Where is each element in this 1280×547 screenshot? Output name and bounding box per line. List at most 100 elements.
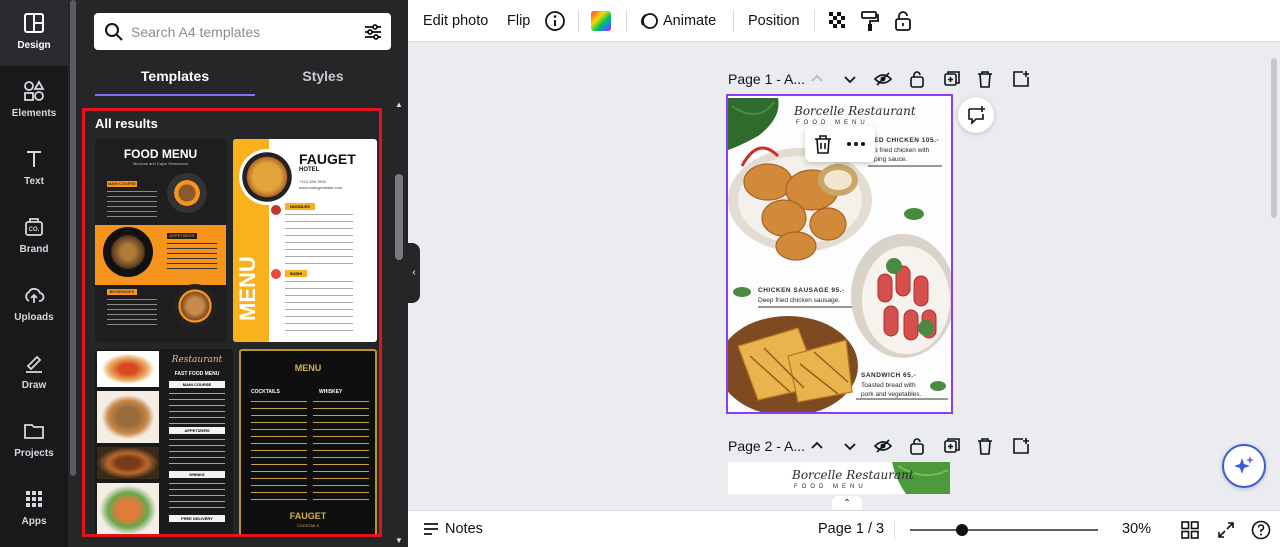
- zoom-slider-track[interactable]: [910, 529, 1098, 531]
- canvas-script-title: Borcelle Restaurant: [792, 468, 914, 482]
- hide-page-icon[interactable]: [873, 438, 893, 459]
- rail-label: Apps: [21, 516, 47, 527]
- design-page-2[interactable]: Borcelle Restaurant FOOD MENU: [728, 462, 950, 494]
- folder-icon: [0, 420, 68, 444]
- rail-item-elements[interactable]: Elements: [0, 68, 68, 134]
- template-card-fauget-hotel[interactable]: MENU FAUGET HOTEL +123 456 7890 www.real…: [233, 139, 377, 342]
- color-picker-icon[interactable]: [590, 10, 612, 37]
- page1-title[interactable]: Page 1 - A...: [728, 71, 805, 87]
- bottom-bar: Notes Page 1 / 3 30%: [408, 510, 1280, 547]
- scroll-thumb[interactable]: [395, 174, 403, 260]
- lock-page-icon[interactable]: [909, 437, 925, 460]
- panel-scrollbar[interactable]: ▲ ▼: [394, 96, 404, 547]
- transparency-icon[interactable]: [828, 10, 848, 37]
- search-icon: [104, 22, 124, 47]
- page2-title[interactable]: Page 2 - A...: [728, 438, 805, 454]
- chevron-down-icon[interactable]: [843, 72, 857, 91]
- template-section: MAIN COURSE: [107, 181, 137, 187]
- template-section: FREE DELIVERY: [169, 515, 225, 522]
- filter-icon[interactable]: [363, 22, 383, 47]
- apps-icon: [0, 488, 68, 512]
- trash-icon[interactable]: [814, 134, 832, 159]
- template-list-lines: [167, 243, 217, 273]
- duplicate-page-icon[interactable]: [943, 437, 961, 460]
- elements-icon: [0, 80, 68, 104]
- tab-styles[interactable]: Styles: [243, 68, 403, 96]
- search-box[interactable]: Search A4 templates: [94, 13, 391, 50]
- template-subtitle: Mexican and Cajun Restaurant: [133, 161, 188, 166]
- canvas-item2-title: CHICKEN SAUSAGE 95.-: [758, 287, 845, 294]
- more-options-icon[interactable]: [845, 134, 867, 159]
- template-section: COCKTAILS: [251, 389, 280, 395]
- template-card-cocktails[interactable]: MENU COCKTAILS WHISKEY FAUGET COCKTAILS: [239, 349, 377, 534]
- flip-button[interactable]: Flip: [507, 0, 530, 42]
- template-section: APPETIZERS: [169, 427, 225, 434]
- delete-page-icon[interactable]: [977, 70, 993, 93]
- scroll-down-arrow-icon[interactable]: ▼: [395, 536, 403, 545]
- rail-item-draw[interactable]: Draw: [0, 340, 68, 406]
- template-food-image: [97, 351, 159, 387]
- rail-item-brand[interactable]: CO. Brand: [0, 204, 68, 270]
- rail-item-apps[interactable]: Apps: [0, 476, 68, 542]
- canvas-item3-desc: pork and vegetables.: [861, 391, 922, 398]
- chevron-up-icon[interactable]: [810, 72, 824, 91]
- delete-page-icon[interactable]: [977, 437, 993, 460]
- info-icon[interactable]: [544, 10, 566, 37]
- uploads-icon: [0, 284, 68, 308]
- page-indicator[interactable]: Page 1 / 3: [818, 511, 884, 547]
- scroll-up-arrow-icon[interactable]: ▲: [395, 100, 403, 109]
- template-list-lines: [107, 191, 157, 221]
- fullscreen-icon[interactable]: [1217, 521, 1235, 544]
- duplicate-page-icon[interactable]: [943, 70, 961, 93]
- template-footer-sub: COCKTAILS: [296, 523, 320, 528]
- template-list-lines: [169, 439, 225, 467]
- text-icon: [0, 148, 68, 172]
- rail-item-projects[interactable]: Projects: [0, 408, 68, 474]
- template-card-fast-food[interactable]: Restaurant FAST FOOD MENU MAIN COURSE AP…: [95, 349, 233, 534]
- template-list-lines: [285, 281, 353, 333]
- tab-label: Styles: [302, 68, 344, 84]
- canvas-subtitle: FOOD MENU: [794, 484, 867, 490]
- rail-item-text[interactable]: Text: [0, 136, 68, 202]
- comment-plus-icon: [966, 105, 986, 130]
- add-page-icon[interactable]: [1012, 437, 1030, 460]
- position-button[interactable]: Position: [748, 0, 800, 42]
- edit-photo-button[interactable]: Edit photo: [423, 0, 488, 42]
- zoom-level[interactable]: 30%: [1122, 511, 1151, 547]
- canvas-scrollbar[interactable]: [1271, 58, 1277, 218]
- help-icon[interactable]: [1251, 520, 1271, 545]
- grid-view-icon[interactable]: [1181, 521, 1199, 544]
- add-comment-button[interactable]: [958, 97, 994, 133]
- tab-underline: [95, 94, 255, 96]
- rail-item-design[interactable]: Design: [0, 0, 68, 66]
- lock-icon[interactable]: [892, 10, 914, 37]
- add-page-icon[interactable]: [1012, 70, 1030, 93]
- animate-icon: [639, 10, 659, 37]
- element-context-toolbar: [805, 126, 875, 162]
- canvas-item1-desc: p fried chicken with: [874, 147, 930, 154]
- template-section: BEVERAGES: [107, 289, 137, 295]
- template-section: NOODLES: [285, 203, 315, 210]
- rail-item-uploads[interactable]: Uploads: [0, 272, 68, 338]
- hide-page-icon[interactable]: [873, 71, 893, 92]
- copy-style-icon[interactable]: [859, 10, 881, 37]
- canvas-item1-title: ED CHICKEN 105.-: [874, 137, 940, 144]
- template-list-lines: [107, 299, 157, 329]
- rail-scrollbar[interactable]: [70, 0, 76, 476]
- chevron-left-icon: ‹: [412, 267, 416, 278]
- chevron-up-icon[interactable]: [810, 439, 824, 458]
- collapse-panel-button[interactable]: ‹: [408, 243, 420, 303]
- template-list-lines: [169, 393, 225, 427]
- zoom-slider-handle[interactable]: [956, 524, 968, 536]
- magic-assistant-button[interactable]: [1222, 444, 1266, 488]
- rail-label: Draw: [21, 380, 47, 391]
- animate-button[interactable]: Animate: [663, 0, 716, 42]
- chevron-down-icon[interactable]: [843, 439, 857, 458]
- tab-templates[interactable]: Templates: [95, 68, 255, 96]
- template-food-image: [97, 447, 159, 479]
- lock-page-icon[interactable]: [909, 70, 925, 93]
- notes-button[interactable]: Notes: [445, 511, 483, 547]
- results-highlight-box: All results FOOD MENU Mexican and Cajun …: [82, 108, 382, 537]
- search-input[interactable]: Search A4 templates: [131, 24, 260, 40]
- template-card-food-menu[interactable]: FOOD MENU Mexican and Cajun Restaurant M…: [95, 139, 226, 342]
